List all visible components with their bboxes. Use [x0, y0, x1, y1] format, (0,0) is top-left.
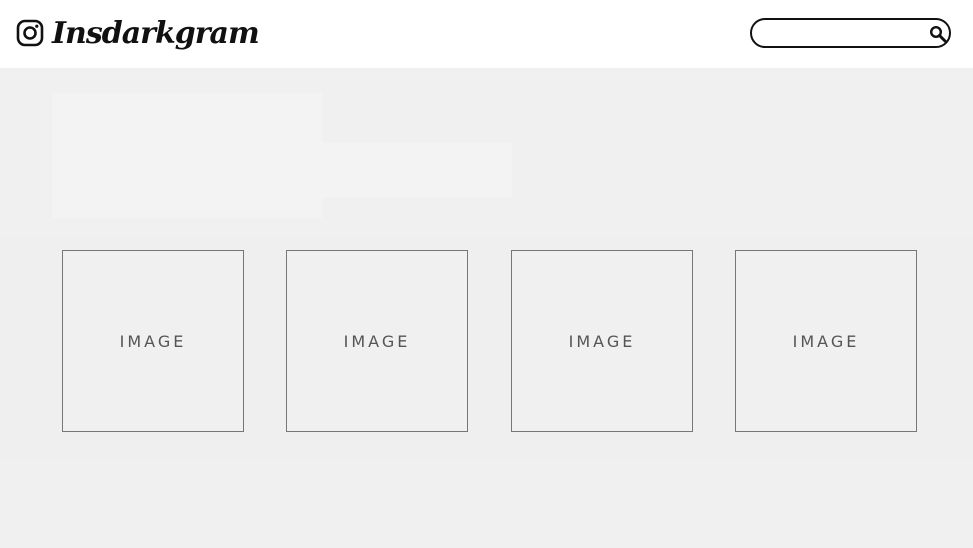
image-placeholder-label: IMAGE	[792, 331, 860, 351]
search-icon[interactable]	[929, 25, 947, 43]
gallery-image[interactable]: IMAGE	[62, 250, 244, 432]
top-bar: Insdarkgram	[0, 0, 973, 68]
image-placeholder-label: IMAGE	[568, 331, 636, 351]
gallery-image[interactable]: IMAGE	[511, 250, 693, 432]
profile-info-placeholder	[322, 143, 512, 198]
search-input[interactable]	[762, 23, 922, 43]
image-placeholder-label: IMAGE	[119, 331, 187, 351]
image-placeholder-label: IMAGE	[343, 331, 411, 351]
profile-panel-placeholder	[52, 93, 322, 218]
image-gallery: IMAGE IMAGE IMAGE IMAGE	[0, 236, 973, 458]
profile-placeholder	[52, 93, 512, 218]
gallery-image[interactable]: IMAGE	[286, 250, 468, 432]
search-box[interactable]	[750, 18, 951, 48]
gallery-image[interactable]: IMAGE	[735, 250, 917, 432]
brand-title[interactable]: Insdarkgram	[52, 14, 260, 54]
instagram-camera-icon[interactable]	[16, 19, 44, 47]
